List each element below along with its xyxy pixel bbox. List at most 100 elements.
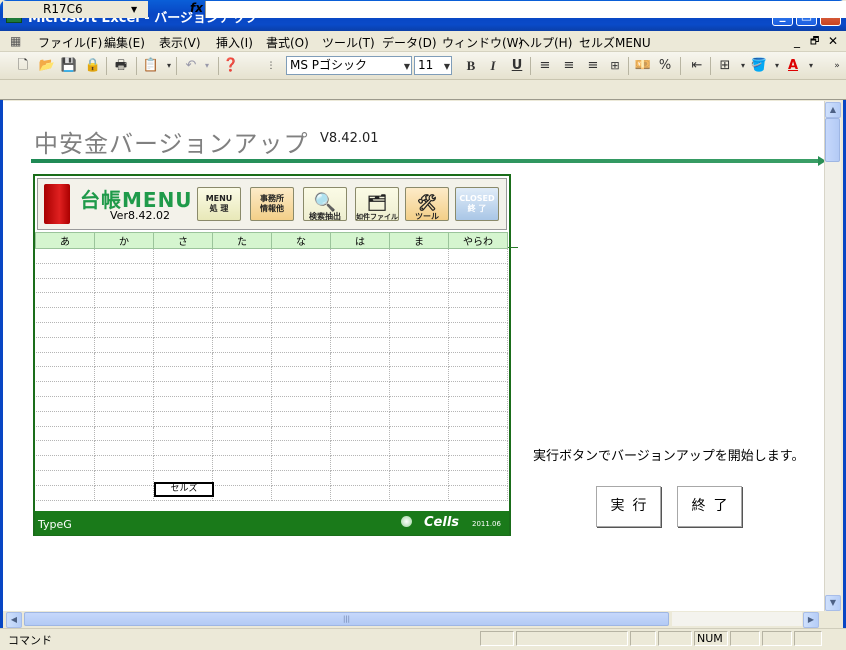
name-box[interactable]: R17C6 ▼ [3, 1, 148, 18]
run-button[interactable]: 実行 [596, 486, 661, 527]
menu-insert[interactable]: 挿入(I) [216, 34, 253, 51]
font-color-dropdown-icon[interactable]: ▾ [802, 57, 820, 75]
scroll-right-icon[interactable]: ▶ [803, 612, 819, 628]
toolbar-grip-icon[interactable]: ⋮ [262, 57, 280, 75]
grid-cell [153, 440, 213, 457]
office-info-button[interactable]: 事務所 情報他 [250, 187, 294, 221]
grid-cell [153, 426, 213, 442]
kana-header-ha[interactable]: は [330, 232, 390, 249]
grid-cell [271, 455, 331, 471]
tools-button[interactable]: 🛠 ツール [405, 187, 449, 221]
new-file-icon[interactable]: 🗋 [14, 57, 32, 75]
font-color-icon[interactable]: A [784, 57, 802, 75]
align-right-icon[interactable]: ≡ [584, 57, 602, 75]
kana-header-a[interactable]: あ [35, 232, 95, 249]
grid-cell [271, 470, 331, 486]
grid-cell [153, 381, 213, 397]
grid-cell [212, 470, 272, 486]
align-left-icon[interactable]: ≡ [536, 57, 554, 75]
undo-dropdown-icon[interactable]: ▾ [198, 57, 216, 75]
formula-input[interactable] [205, 1, 846, 18]
menu-process-button[interactable]: MENU 処 理 [197, 187, 241, 221]
kana-header-ka[interactable]: か [94, 232, 154, 249]
grid-cell [448, 381, 508, 397]
horizontal-scroll-track[interactable] [672, 612, 802, 626]
grid-row [35, 366, 508, 383]
grid-cell [212, 292, 272, 309]
percent-button[interactable]: % [656, 57, 674, 75]
underline-button[interactable]: U [508, 57, 526, 75]
grid-cell [271, 396, 331, 412]
vertical-scrollbar[interactable] [824, 101, 841, 611]
grid-cell [448, 455, 508, 471]
kana-header-sa[interactable]: さ [153, 232, 213, 249]
font-size-select[interactable]: 11 ▼ [414, 56, 452, 75]
menu-tools[interactable]: ツール(T) [322, 34, 375, 51]
vertical-scroll-thumb[interactable] [825, 118, 840, 162]
grid-cell [35, 337, 95, 353]
closed-exit-button[interactable]: CLOSED 終 了 [455, 187, 499, 221]
grid-cell [94, 366, 154, 383]
doc-close-button[interactable]: ✕ [828, 34, 838, 48]
font-name-select[interactable]: MS Pゴシック ▼ [286, 56, 412, 75]
scroll-up-icon[interactable]: ▲ [825, 102, 841, 118]
scroll-down-icon[interactable]: ▼ [825, 595, 841, 611]
page-title: 中安金バージョンアップ [34, 130, 309, 158]
italic-button[interactable]: I [484, 57, 502, 75]
menu-edit[interactable]: 編集(E) [104, 34, 145, 51]
doc-restore-button[interactable]: 🗗 [810, 34, 819, 51]
grid-row [35, 485, 508, 501]
grid-cell [330, 455, 390, 471]
save-icon[interactable]: 💾 [60, 57, 78, 75]
chevron-down-icon[interactable]: ▼ [131, 1, 137, 18]
chevron-down-icon[interactable]: ▼ [404, 58, 410, 75]
kana-index-table: あ か さ た な は ま やらわ [35, 232, 508, 501]
toolbar-options-icon[interactable]: » [828, 57, 846, 75]
open-folder-icon[interactable]: 📂 [38, 57, 56, 75]
panel-version: Ver8.42.02 [110, 209, 170, 222]
paste-icon[interactable]: 📋 [142, 57, 160, 75]
grid-cell [212, 307, 272, 323]
grid-cell [389, 307, 449, 323]
footer-date: 2011.06 [472, 520, 501, 528]
align-center-icon[interactable]: ≡ [560, 57, 578, 75]
grid-cell [153, 278, 213, 294]
fill-color-icon[interactable]: 🪣 [750, 57, 768, 75]
bold-button[interactable]: B [462, 57, 480, 75]
help-icon[interactable]: ❓ [222, 57, 240, 75]
menu-cells[interactable]: セルズMENU [579, 34, 651, 51]
kana-header-row: あ か さ た な は ま やらわ [35, 232, 508, 249]
currency-icon[interactable]: 💴 [634, 57, 652, 75]
scroll-left-icon[interactable]: ◀ [6, 612, 22, 628]
header-line-extension [508, 247, 518, 248]
menu-file[interactable]: ファイル(F) [38, 34, 102, 51]
worksheet-icon[interactable]: ▦ [10, 34, 21, 48]
grid-cell [212, 440, 272, 457]
kana-header-ta[interactable]: た [212, 232, 272, 249]
print-icon[interactable]: 🖶 [112, 57, 130, 75]
grid-cell [330, 470, 390, 486]
insert-function-icon[interactable]: fx [190, 1, 203, 15]
file-button[interactable]: 🗂 如件ファイル [355, 187, 399, 221]
permission-icon[interactable]: 🔒 [84, 57, 102, 75]
menu-help[interactable]: ヘルプ(H) [518, 34, 572, 51]
menu-view[interactable]: 表示(V) [159, 34, 201, 51]
horizontal-scroll-thumb[interactable]: ||| [24, 612, 669, 626]
doc-minimize-button[interactable]: _ [794, 34, 800, 48]
kana-header-yarawa[interactable]: やらわ [448, 232, 508, 249]
menu-window[interactable]: ウィンドウ(W) [442, 34, 523, 51]
grid-cell [94, 440, 154, 457]
grid-cell [153, 248, 213, 264]
indent-icon[interactable]: ⇤ [688, 57, 706, 75]
merge-center-icon[interactable]: ⊞ [606, 57, 624, 75]
chevron-down-icon[interactable]: ▼ [444, 58, 450, 75]
menu-format[interactable]: 書式(O) [266, 34, 309, 51]
kana-header-na[interactable]: な [271, 232, 331, 249]
end-button[interactable]: 終了 [677, 486, 742, 527]
borders-icon[interactable]: ⊞ [716, 57, 734, 75]
grid-row [35, 337, 508, 353]
search-extract-button[interactable]: 🔍 検索抽出 [303, 187, 347, 221]
menu-data[interactable]: データ(D) [382, 34, 437, 51]
grid-cell [271, 426, 331, 442]
kana-header-ma[interactable]: ま [389, 232, 449, 249]
